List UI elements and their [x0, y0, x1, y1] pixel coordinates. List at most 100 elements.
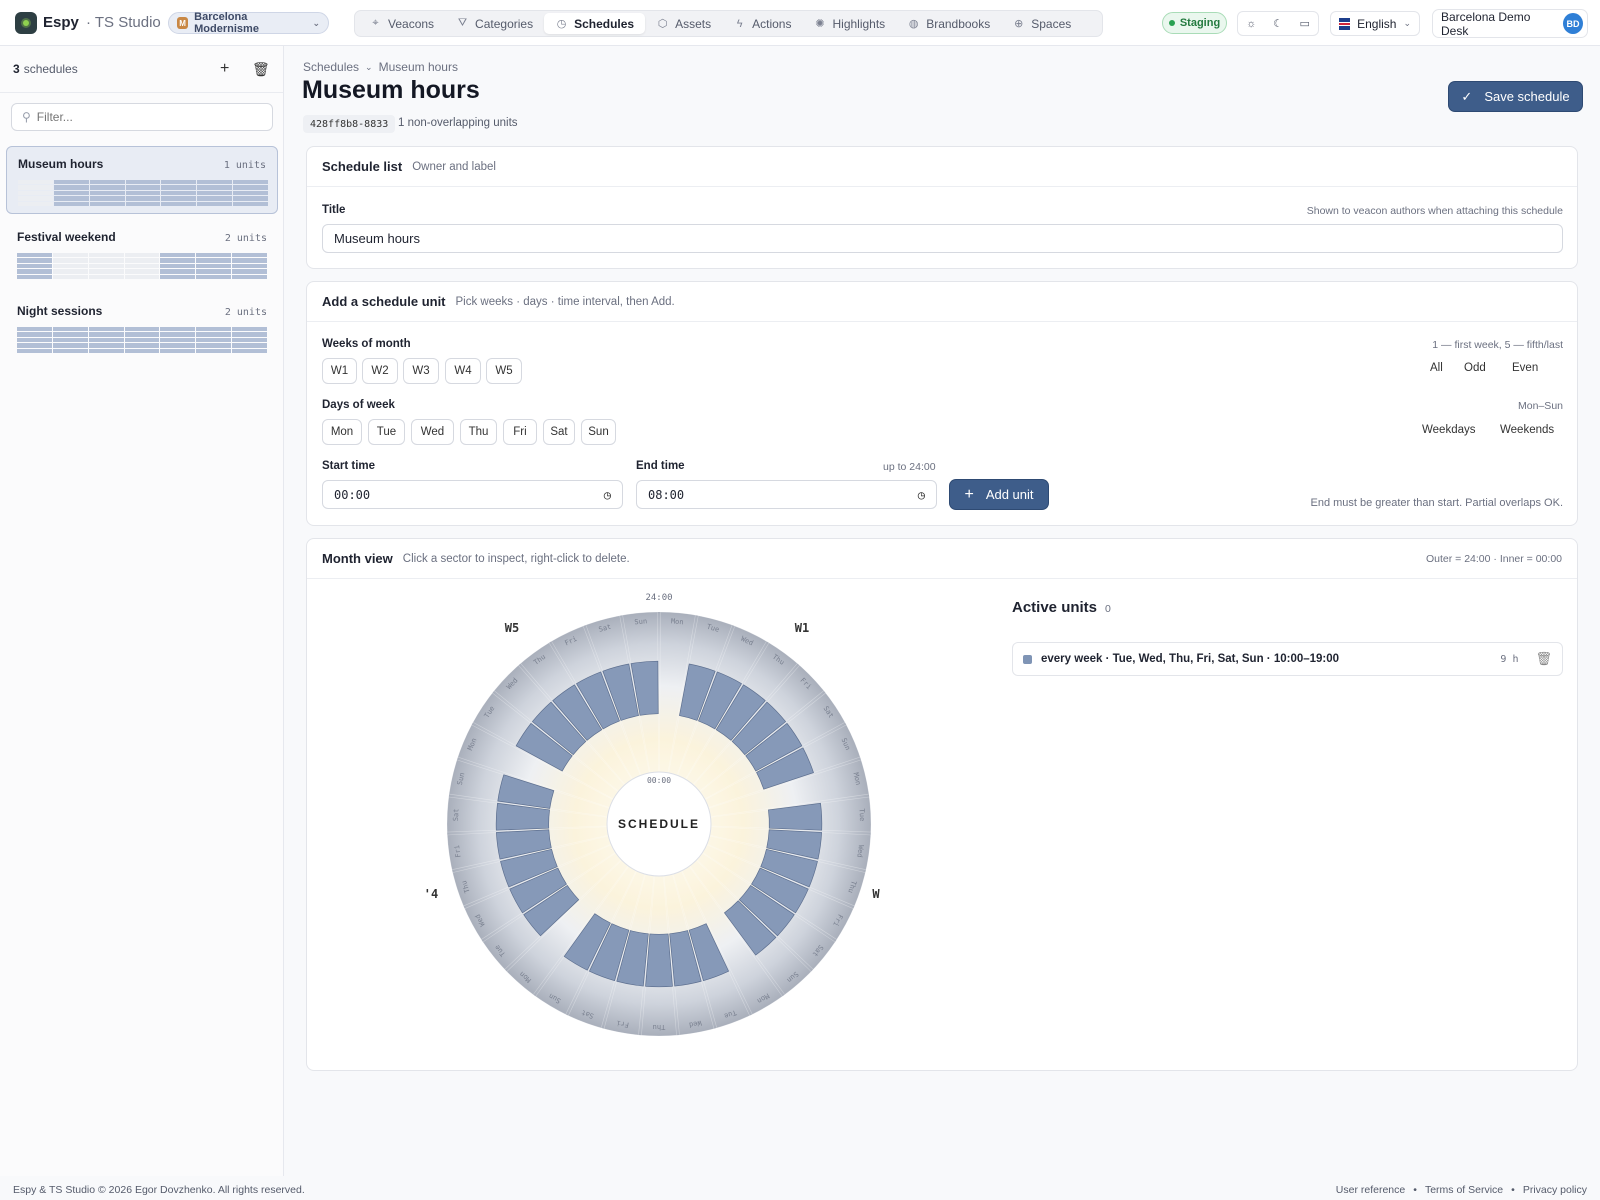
- schedule-item[interactable]: Night sessions 2 units: [6, 294, 278, 362]
- wheel-legend: Outer = 24:00 · Inner = 00:00: [1425, 552, 1562, 565]
- week-chip-w5[interactable]: W5: [486, 358, 522, 384]
- monitor-icon[interactable]: ▭: [1291, 12, 1318, 35]
- preview-cell: [124, 343, 160, 348]
- schedule-item[interactable]: Festival weekend 2 units: [6, 220, 278, 288]
- plus-icon: +: [964, 485, 974, 503]
- preview-cell: [17, 274, 52, 280]
- preview-cell: [197, 190, 233, 196]
- day-tick-label: Thu: [653, 1023, 666, 1031]
- weeks-preset-all[interactable]: All: [1430, 362, 1443, 374]
- schedule-sidebar: 3 schedules + 🗑 ⚲ Museum hours1 unitsFes…: [0, 46, 284, 1176]
- day-chip-sat[interactable]: Sat: [543, 419, 575, 445]
- preview-cell: [196, 343, 232, 348]
- environment-badge: Staging: [1162, 12, 1227, 34]
- footer-link[interactable]: Privacy policy: [1523, 1184, 1587, 1196]
- nav-item-assets[interactable]: ⬡ Assets: [645, 13, 722, 34]
- day-chip-mon[interactable]: Mon: [322, 419, 362, 445]
- espy-logo-icon[interactable]: [15, 12, 37, 34]
- footer-separator: •: [1511, 1184, 1515, 1196]
- language-label: English: [1357, 16, 1397, 31]
- chevron-down-icon: ⌄: [312, 17, 320, 28]
- box-icon: ⬡: [657, 18, 668, 30]
- filter-input[interactable]: [36, 110, 237, 124]
- nav-item-brandbooks[interactable]: ◍ Brandbooks: [896, 13, 1001, 34]
- day-chip-fri[interactable]: Fri: [503, 419, 537, 445]
- start-time-input[interactable]: 00:00 ◷: [322, 480, 623, 509]
- week-label: W5: [505, 621, 519, 635]
- main-nav: ⌖ Veacons ⛛ Categories ◷ Schedules ⬡ Assets ϟ Act…: [354, 10, 1103, 37]
- overlap-note: 1 non-overlapping units: [398, 117, 518, 129]
- footer-link[interactable]: Terms of Service: [1425, 1184, 1503, 1196]
- preview-cell: [17, 258, 52, 263]
- schedule-item[interactable]: Museum hours 1 units: [6, 146, 278, 214]
- save-button[interactable]: ✓ Save schedule: [1449, 82, 1582, 111]
- weeks-preset-even[interactable]: Even: [1512, 362, 1538, 374]
- day-tick-label: Sat: [452, 808, 461, 821]
- preview-cell: [52, 258, 88, 263]
- days-preset-weekdays[interactable]: Weekdays: [1422, 424, 1475, 436]
- globe-icon: ⊕: [1014, 18, 1024, 30]
- trash-icon[interactable]: 🗑: [1535, 651, 1552, 667]
- copyright: Espy & TS Studio © 2026 Egor Dovzhenko. …: [13, 1184, 305, 1196]
- month-wheel-svg[interactable]: MonTueWedThuFriSatSunMonTueWedThuFriSatS…: [317, 584, 993, 1064]
- chevron-down-icon: ⌄: [1403, 18, 1411, 28]
- end-time-input[interactable]: 08:00 ◷: [636, 480, 937, 509]
- preview-cell: [18, 190, 53, 196]
- week-chip-w4[interactable]: W4: [445, 358, 481, 384]
- breadcrumb-root[interactable]: Schedules: [303, 60, 359, 74]
- add-unit-button[interactable]: + Add unit: [950, 480, 1048, 509]
- week-chip-w2[interactable]: W2: [362, 358, 398, 384]
- day-tick-label: Wed: [855, 844, 865, 858]
- active-units-count: 0: [1105, 603, 1111, 615]
- wheel-center-label: SCHEDULE: [618, 817, 700, 831]
- nav-item-veacons[interactable]: ⌖ Veacons: [358, 13, 445, 34]
- preview-cell: [197, 201, 233, 207]
- card-title: Schedule list: [322, 159, 403, 174]
- preview-cell: [88, 274, 124, 280]
- nav-item-actions[interactable]: ϟ Actions: [722, 13, 802, 34]
- days-preset-weekends[interactable]: Weekends: [1500, 424, 1554, 436]
- end-time-label: End time: [636, 460, 685, 472]
- preview-cell: [124, 258, 160, 263]
- preview-cell: [18, 196, 53, 201]
- schedule-item-units: 2 units: [224, 307, 267, 318]
- weeks-preset-odd[interactable]: Odd: [1464, 362, 1486, 374]
- week-chip-w1[interactable]: W1: [322, 358, 357, 384]
- moon-icon[interactable]: ☾: [1265, 12, 1292, 35]
- weeks-hint: 1 — first week, 5 — fifth/last: [1432, 339, 1563, 351]
- nav-item-schedules[interactable]: ◷ Schedules: [544, 13, 646, 34]
- org-switcher[interactable]: M Barcelona Modernisme ⌄: [168, 11, 329, 35]
- preview-cell: [89, 190, 125, 196]
- language-switcher[interactable]: English ⌄: [1330, 11, 1420, 36]
- footer: Espy & TS Studio © 2026 Egor Dovzhenko. …: [0, 1182, 1600, 1200]
- user-menu[interactable]: Barcelona Demo Desk BD: [1432, 9, 1588, 38]
- schedule-preview-strip: [18, 180, 269, 207]
- day-chip-wed[interactable]: Wed: [411, 419, 454, 445]
- active-unit-row[interactable]: every week · Tue, Wed, Thu, Fri, Sat, Su…: [1012, 642, 1563, 676]
- preview-cell: [52, 269, 88, 274]
- nav-item-highlights[interactable]: ✺ Highlights: [802, 13, 896, 34]
- nav-item-spaces[interactable]: ⊕ Spaces: [1001, 13, 1082, 34]
- nav-item-categories[interactable]: ⛛ Categories: [445, 13, 544, 34]
- day-chip-sun[interactable]: Sun: [581, 419, 616, 445]
- schedule-preview-strip: [17, 253, 268, 280]
- day-chip-thu[interactable]: Thu: [460, 419, 497, 445]
- preview-cell: [233, 185, 269, 190]
- save-button-label: Save schedule: [1484, 89, 1570, 104]
- trash-icon[interactable]: 🗑: [252, 61, 270, 78]
- preview-cell: [232, 337, 268, 343]
- week-chip-w3[interactable]: W3: [403, 358, 439, 384]
- add-schedule-icon[interactable]: +: [220, 60, 229, 78]
- month-view-card: Month view Click a sector to inspect, ri…: [306, 538, 1578, 1071]
- sun-icon[interactable]: ☼: [1238, 12, 1265, 35]
- day-chip-tue[interactable]: Tue: [368, 419, 405, 445]
- page-title: Museum hours: [302, 76, 480, 104]
- unit-sector: [645, 933, 673, 988]
- preview-cell: [53, 180, 89, 185]
- month-wheel[interactable]: Mon Tue Wed Thu Fri Sat Sun Mon Tue Wed Thu Fri Sat S…: [317, 584, 993, 1064]
- title-field[interactable]: Museum hours: [322, 224, 1563, 253]
- nav-item-label: Highlights: [832, 16, 886, 31]
- footer-link[interactable]: User reference: [1336, 1184, 1405, 1196]
- preview-cell: [196, 269, 232, 274]
- preview-cell: [232, 263, 268, 269]
